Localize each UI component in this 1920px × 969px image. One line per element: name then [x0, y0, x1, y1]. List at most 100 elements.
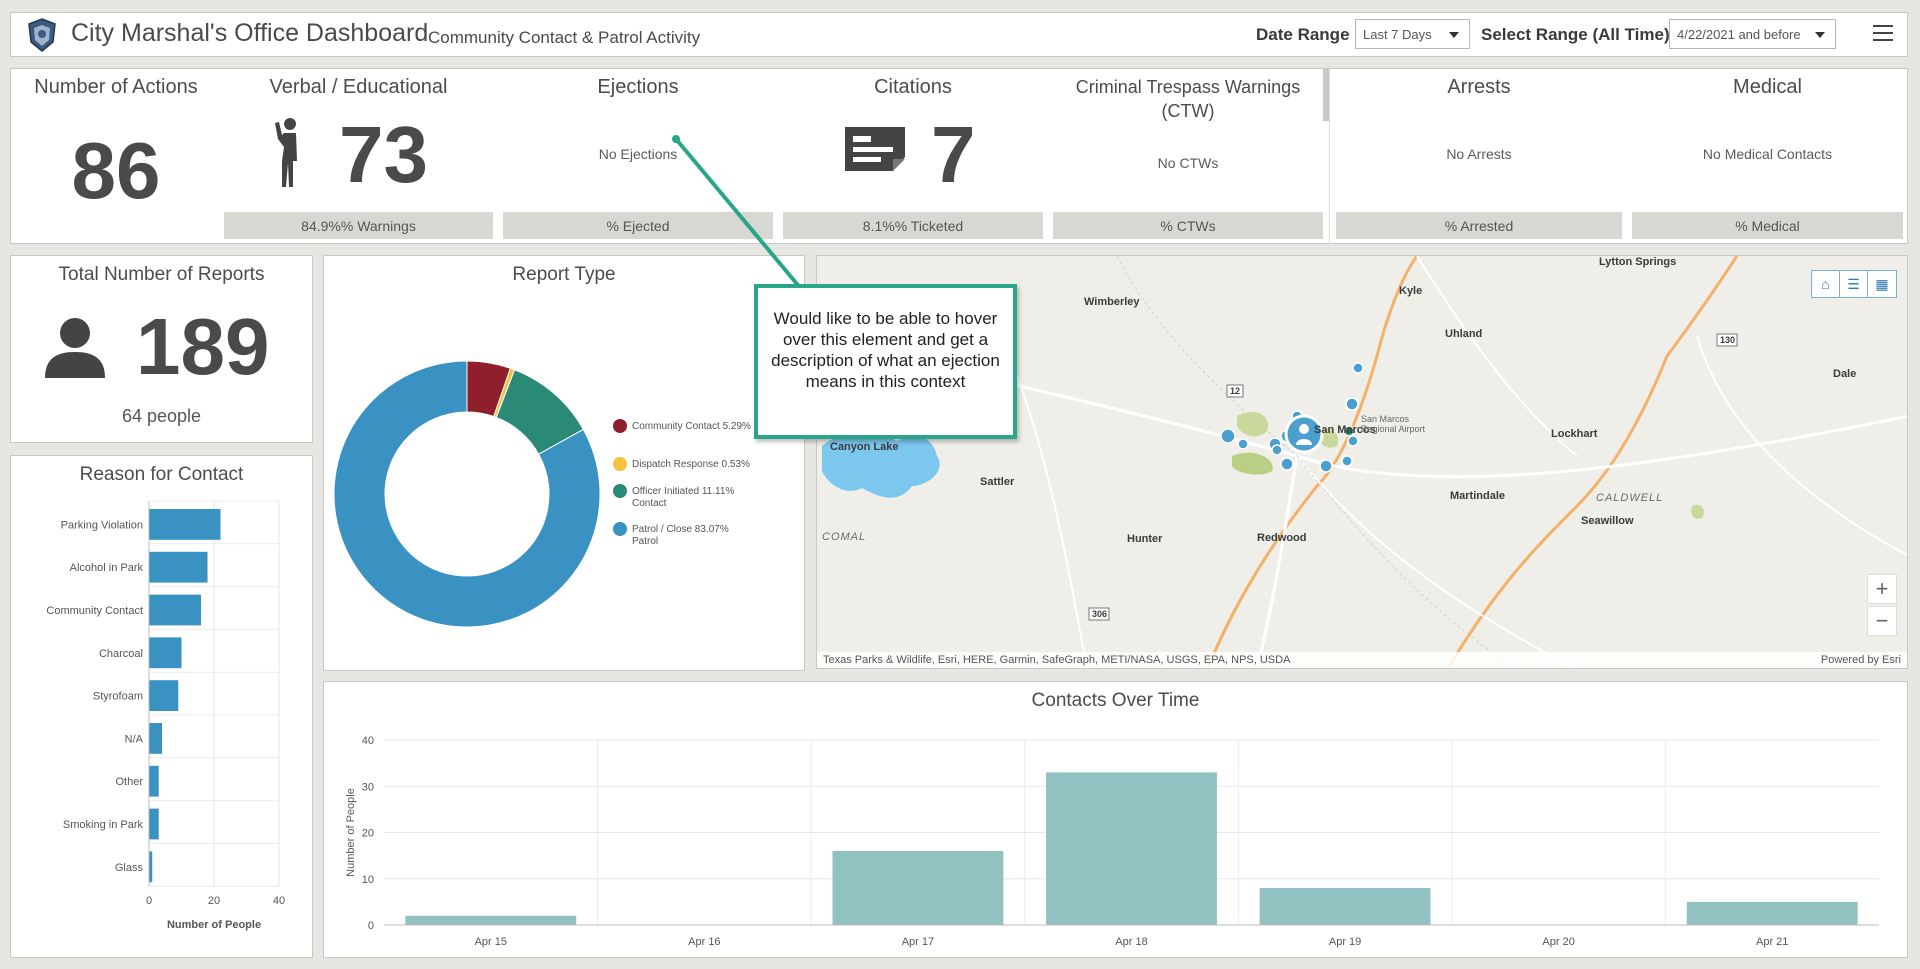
kpi-title: Verbal / Educational: [269, 76, 448, 98]
home-icon[interactable]: ⌂: [1812, 271, 1840, 297]
report-type-donut-chart: Community Contact 5.29% Dispatch Response…: [333, 360, 751, 628]
legend-label: Dispatch Response 0.53%: [632, 459, 750, 470]
bar: [405, 915, 577, 925]
kpi-citations: Citations 7 8.1%% Ticketed: [783, 69, 1043, 245]
map-label: Dale: [1833, 368, 1857, 380]
map-label: Uhland: [1445, 328, 1483, 340]
map-label: Sattler: [980, 476, 1015, 488]
legend-label: Contact: [632, 498, 667, 509]
x-tick-label: Apr 15: [475, 936, 507, 948]
citation-ticket-icon: [845, 127, 905, 171]
category-label: Smoking in Park: [63, 819, 144, 831]
x-tick-label: 40: [273, 895, 285, 907]
legend-label: Community Contact 5.29%: [632, 421, 751, 432]
reason-for-contact-chart: 0 20 40 Parking Violation Alcohol in Park Com…: [46, 500, 285, 931]
bar: [149, 637, 182, 669]
zoom-in-button[interactable]: +: [1867, 574, 1897, 604]
category-label: Charcoal: [99, 648, 143, 660]
y-tick-label: 0: [368, 920, 374, 932]
route-shield-label: 12: [1230, 386, 1241, 396]
legend-swatch: [613, 522, 627, 536]
route-shield-label: 130: [1720, 335, 1736, 345]
kpi-percent-bar: % Arrested: [1336, 212, 1622, 239]
kpi-percent-bar: % CTWs: [1053, 212, 1323, 239]
city-marshal-badge-icon: [28, 18, 56, 52]
reason-for-contact-card: Reason for Contact 0 20 40 Parking Violatio…: [10, 455, 313, 958]
bar: [1046, 772, 1217, 925]
map-label: Redwood: [1257, 532, 1307, 544]
kpi-title: Medical: [1733, 76, 1802, 98]
kpi-percent-bar: 84.9%% Warnings: [224, 212, 493, 239]
legend-swatch: [613, 484, 627, 498]
x-tick-label: Apr 19: [1329, 936, 1361, 948]
kpi-percent-bar: 8.1%% Ticketed: [783, 212, 1043, 239]
powered-by-esri-link[interactable]: Powered by Esri: [1821, 654, 1901, 666]
total-reports-card: Total Number of Reports 189 64 people: [10, 255, 313, 443]
map-attribution: Texas Parks & Wildlife, Esri, HERE, Garm…: [817, 652, 1907, 668]
zoom-out-button[interactable]: −: [1867, 606, 1897, 636]
category-label: Alcohol in Park: [70, 562, 144, 574]
kpi-medical: Medical No Medical Contacts % Medical: [1632, 69, 1903, 245]
map-label: COMAL: [822, 531, 867, 543]
legend-list-icon[interactable]: ☰: [1840, 271, 1868, 297]
contacts-over-time-card: Contacts Over Time 0 10 20 30 40 Apr 15 Apr 16…: [323, 681, 1908, 958]
y-tick-label: 40: [362, 735, 374, 747]
kpi-empty-text: No CTWs: [1157, 155, 1219, 171]
map-label: CALDWELL: [1596, 492, 1664, 504]
category-label: Glass: [115, 862, 144, 874]
map-toolbar: ⌂ ☰ ▦: [1811, 270, 1897, 298]
chevron-down-icon: [1815, 32, 1825, 38]
basemap-gallery-icon[interactable]: ▦: [1868, 271, 1896, 297]
attribution-text: Texas Parks & Wildlife, Esri, HERE, Garm…: [823, 654, 1291, 666]
kpi-value: 7: [931, 110, 976, 199]
bar: [149, 765, 159, 797]
kpi-title: Citations: [874, 76, 952, 98]
contacts-over-time-chart: 0 10 20 30 40 Apr 15 Apr 16 Apr 17 Apr 18 Apr 19 A…: [345, 735, 1879, 948]
legend-label: Patrol: [632, 536, 658, 547]
kpi-number-of-actions: Number of Actions 86: [11, 69, 221, 245]
category-label: Other: [115, 776, 143, 788]
kpi-title: Arrests: [1447, 76, 1511, 98]
select-range-value: 4/22/2021 and before: [1677, 27, 1801, 42]
map-label: Canyon Lake: [830, 441, 899, 453]
bar: [1686, 901, 1858, 925]
page-title: City Marshal's Office Dashboard: [71, 19, 429, 47]
kpi-value: 86: [71, 126, 161, 215]
kpi-value: 73: [339, 110, 428, 199]
x-tick-label: Apr 17: [902, 936, 934, 948]
kpi-empty-text: No Arrests: [1446, 146, 1512, 162]
map-label: Wimberley: [1084, 296, 1140, 308]
x-tick-label: Apr 20: [1542, 936, 1574, 948]
report-type-card: Report Type Community Contact 5.29% Dispa…: [323, 255, 805, 671]
kpi-ejections[interactable]: Ejections No Ejections % Ejected: [503, 69, 773, 245]
map-label: Hunter: [1127, 533, 1163, 545]
divider: [1329, 69, 1330, 245]
menu-icon[interactable]: [1873, 25, 1893, 43]
category-label: Parking Violation: [61, 519, 143, 531]
bar: [149, 723, 162, 754]
category-label: Styrofoam: [93, 691, 143, 703]
y-tick-label: 10: [362, 874, 374, 886]
map-label: Kyle: [1399, 285, 1423, 297]
map-label: San Marcos Regional Airport: [1361, 414, 1426, 434]
kpi-arrests: Arrests No Arrests % Arrested: [1336, 69, 1622, 245]
x-axis-title: Number of People: [167, 919, 261, 931]
select-range-dropdown[interactable]: 4/22/2021 and before: [1669, 19, 1836, 49]
bar: [149, 680, 179, 711]
select-range-label: Select Range (All Time): [1481, 25, 1670, 44]
date-range-value: Last 7 Days: [1363, 27, 1432, 42]
date-range-dropdown[interactable]: Last 7 Days: [1355, 19, 1470, 49]
kpi-verbal-educational: Verbal / Educational 73 84.9%% Warnings: [224, 69, 493, 245]
reports-people-count: 64 people: [121, 406, 202, 426]
person-icon: [45, 318, 105, 378]
y-tick-label: 30: [362, 781, 374, 793]
bar: [1259, 888, 1431, 925]
reports-value: 189: [136, 302, 270, 391]
bar: [832, 851, 1004, 925]
map-label: Lockhart: [1551, 428, 1598, 440]
map-label: Martindale: [1450, 490, 1506, 502]
bar: [149, 551, 208, 583]
route-shield-label: 306: [1092, 609, 1108, 619]
kpi-title: Criminal Trespass Warnings (CTW): [1075, 77, 1301, 121]
category-label: Community Contact: [46, 605, 143, 617]
